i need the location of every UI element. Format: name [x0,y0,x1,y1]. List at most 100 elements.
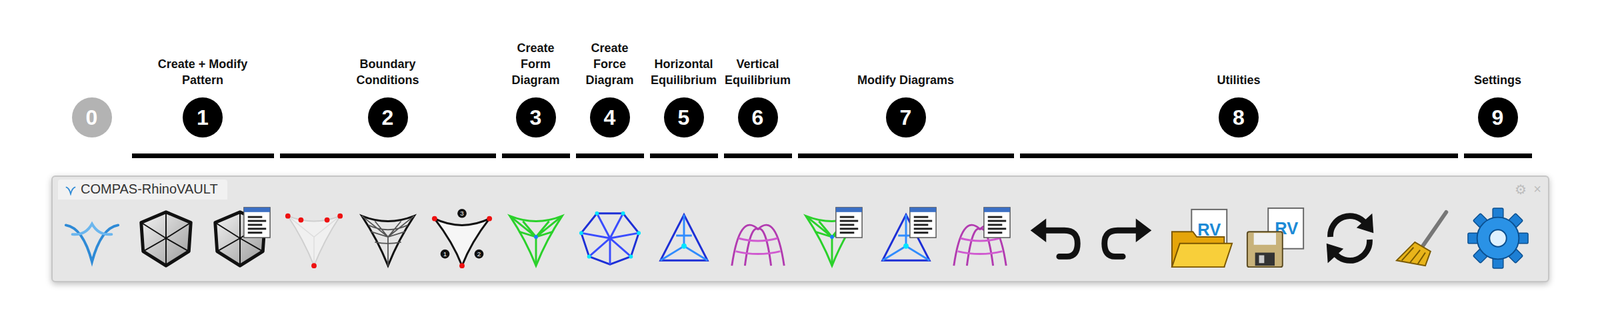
edges-icon: 3 1 2 [429,205,495,271]
tab-control[interactable]: × [1533,181,1542,198]
tool-button[interactable] [498,203,573,273]
tool-button[interactable] [1016,203,1091,273]
edge-mark: 1 [440,249,450,259]
panel-overlay [909,207,936,238]
group-bar [576,153,644,158]
group-header: Modify Diagrams 7 [794,40,1017,158]
redo-icon [1095,205,1161,271]
group-header: 0 [54,40,129,158]
tool-button[interactable] [942,203,1017,273]
group-bar [650,153,718,158]
open-icon: RV [1169,205,1235,271]
group-header: CreateForceDiagram 4 [572,40,647,158]
tool-button[interactable] [794,203,869,273]
group-header: BoundaryConditions 2 [276,40,499,158]
save-icon: RV [1243,205,1309,271]
reload-icon [1317,205,1383,271]
group-bar [58,153,126,158]
tab-controls: ⚙× [1514,181,1542,198]
vertical-icon [725,205,791,271]
form-edit-icon [799,205,865,271]
group-bar [280,153,496,158]
step-number: 3 [516,97,556,138]
clear-icon [1391,205,1457,271]
group-bar [1464,153,1532,158]
svg-text:1: 1 [442,250,446,258]
group-header: Create + ModifyPattern 1 [128,40,277,158]
force-icon [577,205,643,271]
edge-mark: 3 [457,208,467,218]
tool-button[interactable] [1090,203,1165,273]
step-number: 0 [72,97,112,138]
tab-row: COMPAS-RhinoVAULT⚙× [52,176,1548,200]
tool-button[interactable] [276,203,351,273]
group-label: Utilities [1216,40,1260,88]
tool-button[interactable] [868,203,943,273]
edge-mark: 2 [474,249,484,259]
tool-row: 3 1 2 RV RV [52,199,1548,281]
tool-button[interactable]: RV [1164,203,1239,273]
openings-icon [355,205,421,271]
group-header: VerticalEquilibrium 6 [720,40,795,158]
step-number: 7 [886,97,926,138]
undo-icon [1021,205,1087,271]
toolbar-tab[interactable]: COMPAS-RhinoVAULT [58,179,228,200]
group-bar [132,153,274,158]
group-header: Utilities 8 [1016,40,1461,158]
step-number: 8 [1218,97,1259,138]
logo-icon [59,205,125,271]
tool-button[interactable] [1312,203,1387,273]
group-label: Create + ModifyPattern [158,40,248,88]
tool-button[interactable]: 3 1 2 [424,203,499,273]
tool-button[interactable] [128,203,203,273]
panel-overlay [983,207,1010,238]
tool-button[interactable] [1386,203,1461,273]
group-bar [798,153,1014,158]
step-number: 6 [738,97,778,138]
tool-button[interactable] [54,203,129,273]
thrust-edit-icon [947,205,1013,271]
step-number: 1 [182,97,223,138]
group-header-row: 0 Create + ModifyPattern 1 BoundaryConditio… [51,40,1600,158]
step-number: 4 [590,97,630,138]
svg-text:3: 3 [460,209,464,217]
group-label: VerticalEquilibrium [724,40,791,88]
group-label: CreateFormDiagram [511,40,560,88]
tool-button[interactable] [350,203,425,273]
panel-overlay [243,207,270,238]
page: 0 Create + ModifyPattern 1 BoundaryConditio… [0,0,1600,325]
tool-button[interactable] [1460,203,1535,273]
rhinovault-logo-icon [64,183,77,196]
svg-text:RV: RV [1197,220,1221,239]
group-header: HorizontalEquilibrium 5 [646,40,721,158]
tool-button[interactable] [572,203,647,273]
group-header: CreateFormDiagram 3 [498,40,573,158]
step-number: 9 [1478,97,1518,138]
tool-button[interactable] [720,203,795,273]
group-label: CreateForceDiagram [585,40,634,88]
group-label: HorizontalEquilibrium [650,40,717,88]
tool-button[interactable] [646,203,721,273]
group-bar [502,153,570,158]
supports-icon [281,205,347,271]
form-icon [503,205,569,271]
group-label: Modify Diagrams [857,40,954,88]
tool-button[interactable] [202,203,277,273]
group-header: Settings 9 [1460,40,1535,158]
group-bar [1020,153,1458,158]
step-number: 5 [664,97,704,138]
toolbar-panel: COMPAS-RhinoVAULT⚙×312RVRV [51,175,1550,282]
group-label: BoundaryConditions [356,40,420,88]
horizontal-icon [651,205,717,271]
group-label: Settings [1474,40,1522,88]
tool-button[interactable]: RV [1238,203,1313,273]
group-bar [724,153,792,158]
pattern-icon [133,205,199,271]
panel-overlay [835,207,862,238]
force-edit-icon [873,205,939,271]
settings-icon [1465,205,1531,271]
svg-text:2: 2 [476,250,480,258]
pattern-edit-icon [207,205,273,271]
tab-control[interactable]: ⚙ [1514,181,1527,198]
step-number: 2 [368,97,408,138]
